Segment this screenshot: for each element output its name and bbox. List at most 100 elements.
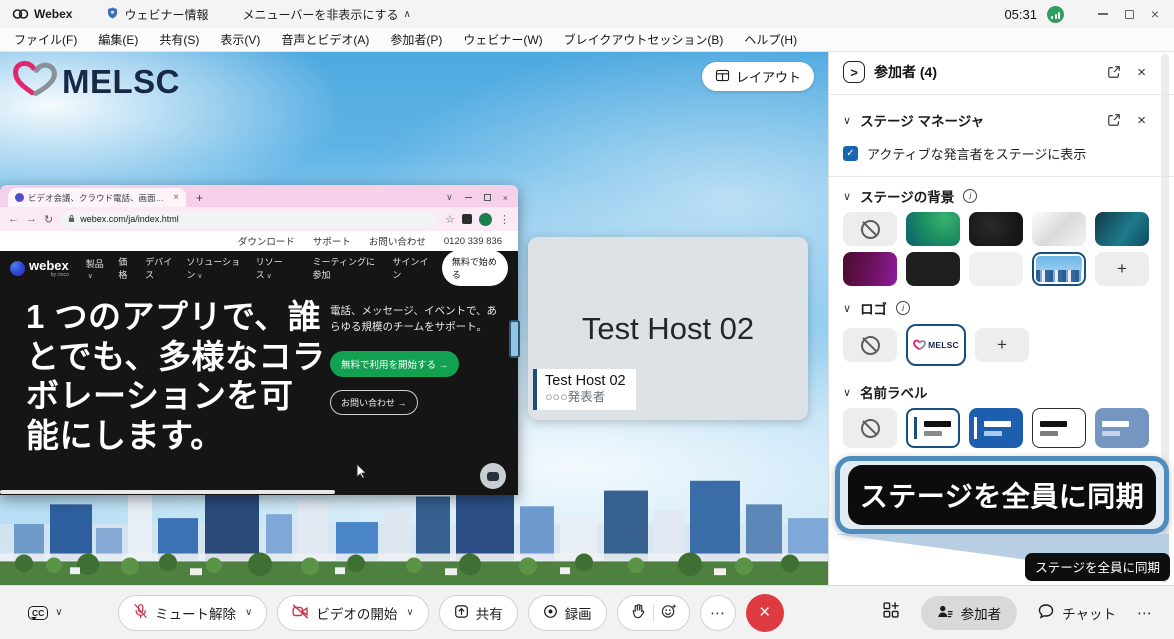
menu-item-audio-video[interactable]: 音声とビデオ(A) <box>281 31 369 48</box>
sync-stage-button[interactable]: ステージを全員に同期 <box>848 465 1156 525</box>
background-plain-thumb[interactable] <box>969 252 1023 286</box>
minimize-button[interactable] <box>1090 0 1116 28</box>
chevron-down-icon[interactable]: ∨ <box>843 114 851 127</box>
background-dark-thumb[interactable] <box>906 252 960 286</box>
info-icon[interactable]: i <box>896 301 910 315</box>
hide-menubar-button[interactable]: メニューバーを非表示にする ∧ <box>242 6 410 23</box>
webinar-info-button[interactable]: ウェビナー情報 <box>106 6 208 23</box>
browser-tab: ビデオ会議、クラウド電話、画面共有 × <box>8 188 186 207</box>
logo-none-thumb[interactable] <box>843 328 897 362</box>
close-participants-panel-icon[interactable]: × <box>1137 64 1146 81</box>
menu-item-view[interactable]: 表示(V) <box>220 31 260 48</box>
site-logo-text: webex <box>29 259 69 272</box>
info-icon[interactable]: i <box>963 189 977 203</box>
webinar-info-label: ウェビナー情報 <box>124 6 208 23</box>
site-nav-devices: デバイス <box>145 255 174 281</box>
tab-search-icon: ∨ <box>446 192 453 203</box>
chat-button[interactable]: チャット <box>1038 603 1116 623</box>
share-resize-handle[interactable] <box>509 320 520 358</box>
utility-phone: 0120 339 836 <box>444 236 502 247</box>
hide-menubar-label: メニューバーを非表示にする <box>242 6 398 23</box>
camera-off-icon <box>292 604 309 622</box>
video-tile[interactable]: Test Host 02 Test Host 02 ○○○発表者 <box>528 237 808 420</box>
menu-item-webinar[interactable]: ウェビナー(W) <box>463 31 542 48</box>
background-light-thumb[interactable] <box>1032 212 1086 246</box>
stage-manager-title: ステージ マネージャ <box>860 110 984 130</box>
unmute-button[interactable]: ミュート解除 ∨ <box>118 595 267 631</box>
title-bar: Webex ウェビナー情報 メニューバーを非表示にする ∧ 05:31 × <box>0 0 1174 28</box>
site-hero-subtitle: 電話、メッセージ、イベントで、あらゆる規模のチームをサポート。 <box>330 303 506 336</box>
site-join-meeting-link: ミーティングに参加 <box>313 255 382 281</box>
menu-item-help[interactable]: ヘルプ(H) <box>744 31 797 48</box>
add-background-button[interactable]: + <box>1095 252 1149 286</box>
menu-item-breakout-session[interactable]: ブレイクアウトセッション(B) <box>564 31 724 48</box>
logo-melsc-thumb-selected[interactable]: MELSC <box>906 324 966 366</box>
name-label-style1-thumb-selected[interactable] <box>906 408 960 448</box>
background-black-thumb[interactable] <box>969 212 1023 246</box>
chevron-down-icon: ∨ <box>88 273 93 280</box>
none-icon <box>861 220 880 239</box>
connection-quality-icon[interactable] <box>1047 6 1064 23</box>
popout-panel-icon[interactable] <box>1107 65 1121 79</box>
close-stage-manager-icon[interactable]: × <box>1137 112 1146 129</box>
more-panels-icon[interactable]: ⋯ <box>1137 604 1152 622</box>
background-green-thumb[interactable] <box>906 212 960 246</box>
reactions-button[interactable] <box>617 595 690 631</box>
chevron-down-icon[interactable]: ∨ <box>843 302 851 315</box>
close-window-button[interactable]: × <box>1142 0 1168 28</box>
name-label-style3-thumb[interactable] <box>1032 408 1086 448</box>
reload-icon: ↻ <box>44 213 53 226</box>
participants-button[interactable]: 参加者 <box>921 596 1018 630</box>
site-contact-button: お問い合わせ → <box>330 390 418 415</box>
maximize-button[interactable] <box>1116 0 1142 28</box>
none-icon <box>861 336 880 355</box>
forward-icon: → <box>26 213 37 225</box>
chevron-down-icon[interactable]: ∨ <box>843 190 851 203</box>
share-icon <box>454 604 469 622</box>
active-speaker-label: アクティブな発言者をステージに表示 <box>867 144 1086 163</box>
collapse-panel-button[interactable]: > <box>843 61 865 83</box>
background-teal-thumb[interactable] <box>1095 212 1149 246</box>
layout-button-label: レイアウト <box>736 67 801 86</box>
menu-item-edit[interactable]: 編集(E) <box>98 31 138 48</box>
closed-caption-icon[interactable]: CC <box>28 606 48 620</box>
start-video-button[interactable]: ビデオの開始 ∨ <box>277 595 428 631</box>
popout-stage-manager-icon[interactable] <box>1107 113 1121 127</box>
leave-webinar-button[interactable]: × <box>746 594 784 632</box>
site-header-cta: 無料で始める <box>442 251 508 286</box>
name-label-style2-thumb[interactable] <box>969 408 1023 448</box>
participants-icon <box>937 604 953 622</box>
webex-site-content: webex by cisco 製品∨ 価格 デバイス ソリューション∨ リソース… <box>0 251 518 495</box>
browser-close-icon: × <box>503 193 508 203</box>
chevron-down-icon[interactable]: ∨ <box>843 386 851 399</box>
record-button[interactable]: 録画 <box>528 595 607 631</box>
active-speaker-checkbox[interactable]: ✓ <box>843 146 858 161</box>
layout-icon <box>715 69 730 85</box>
menu-item-file[interactable]: ファイル(F) <box>14 31 77 48</box>
apps-icon[interactable] <box>882 601 900 624</box>
chevron-down-icon[interactable]: ∨ <box>55 607 62 618</box>
name-label-style4-thumb[interactable] <box>1095 408 1149 448</box>
site-signin-link: サインイン <box>392 255 430 281</box>
side-panel: > 参加者 (4) × ∨ ステージ マネージャ × ✓ アク <box>828 52 1174 585</box>
menu-item-share[interactable]: 共有(S) <box>159 31 199 48</box>
site-nav-resources: リソース∨ <box>256 255 291 281</box>
stage-area: MELSC レイアウト ビデオ会議、クラウド電話、画面共有 × + <box>0 52 828 585</box>
more-options-button[interactable]: ⋯ <box>700 595 736 631</box>
site-utility-bar: ダウンロード サポート お問い合わせ 0120 339 836 <box>0 231 518 251</box>
name-label-none-thumb[interactable] <box>843 408 897 448</box>
menu-item-participants[interactable]: 参加者(P) <box>390 31 442 48</box>
meeting-timer: 05:31 <box>1004 7 1037 22</box>
stage-background-title: ステージの背景 <box>860 186 954 206</box>
layout-button[interactable]: レイアウト <box>702 62 814 91</box>
background-none-thumb[interactable] <box>843 212 897 246</box>
share-button[interactable]: 共有 <box>439 595 518 631</box>
webex-logo-icon <box>12 7 29 21</box>
background-purple-thumb[interactable] <box>843 252 897 286</box>
share-label: 共有 <box>476 603 503 623</box>
utility-download: ダウンロード <box>238 234 295 248</box>
name-label-name: Test Host 02 <box>545 372 626 390</box>
profile-avatar <box>479 213 492 226</box>
background-city-thumb-selected[interactable] <box>1032 252 1086 286</box>
add-logo-button[interactable]: + <box>975 328 1029 362</box>
